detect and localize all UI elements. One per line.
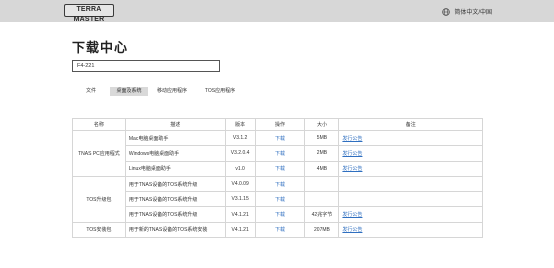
table-row: TOS升级包 用于TNAS设备的TOS系统升级 V4.0.09 下载 [72,175,483,223]
category-tabs: 文件 桌面及系统 移动应用程序 TOS应用程序 [72,87,244,96]
download-link[interactable]: 下载 [254,206,306,223]
group-name: TOS升级包 [72,175,126,223]
col-header-name: 名称 [72,118,126,131]
row-version: V3.2.0.4 [224,145,256,162]
model-search-input[interactable] [72,60,220,72]
table-row: Windows电脑桌面助手 V3.2.0.4 下载 2MB 发行公告 [73,145,483,162]
table-row: TOS安装包 用于新的TNAS设备的TOS系统安装 V4.1.21 下载 207… [72,221,483,239]
col-header-version: 版本 [224,118,256,131]
tab-files[interactable]: 文件 [72,87,110,96]
row-description: 用于新的TNAS设备的TOS系统安装 [124,221,226,239]
row-size: 207MB [304,221,340,239]
release-notes-link[interactable]: 发行公告 [342,166,362,172]
tab-mobile-apps[interactable]: 移动应用程序 [148,87,196,96]
row-description: Windows电脑桌面助手 [124,145,226,162]
row-description: 用于TNAS设备的TOS系统升级 [124,206,226,223]
table-row: Linux电脑桌面助手 v1.0 下载 4MB 发行公告 [73,160,483,177]
release-notes-link[interactable]: 发行公告 [342,227,362,233]
release-notes-link[interactable]: 发行公告 [342,136,362,142]
release-notes-link[interactable]: 发行公告 [342,212,362,218]
table-row: TNAS PC应用程式 Mac电脑桌面助手 V3.1.2 下载 5MB 发行公告 [72,129,483,177]
download-link[interactable]: 下载 [254,160,306,177]
tab-desktop-system[interactable]: 桌面及系统 [110,87,148,96]
col-header-description: 描述 [124,118,226,131]
table-header-row: 名称 描述 版本 操作 大小 备注 [72,118,483,131]
top-bar: TERRA MASTER 简体中文/中国 [0,0,554,23]
row-size [304,175,340,193]
download-link[interactable]: 下载 [254,145,306,162]
page-title: 下载中心 [72,40,129,55]
download-link[interactable]: 下载 [254,175,306,193]
row-description: Linux电脑桌面助手 [124,160,226,177]
release-notes-link[interactable]: 发行公告 [342,151,362,157]
language-label: 简体中文/中国 [454,10,492,16]
row-version: V4.0.09 [224,175,256,193]
language-selector[interactable]: 简体中文/中国 [442,7,492,16]
table-row: 用于TNAS设备的TOS系统升级 V4.1.21 下载 42兆字节 发行公告 [73,206,483,223]
download-link[interactable]: 下载 [254,221,306,239]
download-link[interactable]: 下载 [254,191,306,208]
row-version: V3.1.15 [224,191,256,208]
group-name: TOS安装包 [72,221,126,239]
col-header-notes: 备注 [338,118,483,131]
download-link[interactable]: 下载 [254,129,306,147]
row-version: V4.1.21 [224,221,256,239]
row-version: V4.1.21 [224,206,256,223]
row-description: 用于TNAS设备的TOS系统升级 [124,175,226,193]
row-size: 5MB [304,129,340,147]
globe-icon [442,7,451,16]
row-description: Mac电脑桌面助手 [124,129,226,147]
col-header-size: 大小 [304,118,340,131]
group-name: TNAS PC应用程式 [72,130,126,177]
downloads-table: 名称 描述 版本 操作 大小 备注 TNAS PC应用程式 Mac电脑桌面助手 … [72,118,483,239]
row-version: v1.0 [224,160,256,177]
table-row: 用于TNAS设备的TOS系统升级 V3.1.15 下载 [73,191,483,208]
row-size: 42兆字节 [304,206,340,223]
row-description: 用于TNAS设备的TOS系统升级 [124,191,226,208]
brand-logo[interactable]: TERRA MASTER [64,4,114,23]
col-header-action: 操作 [254,118,306,131]
row-version: V3.1.2 [224,129,256,147]
row-size [304,191,340,208]
row-size: 4MB [304,160,340,177]
tab-tos-apps[interactable]: TOS应用程序 [196,87,244,96]
row-size: 2MB [304,145,340,162]
